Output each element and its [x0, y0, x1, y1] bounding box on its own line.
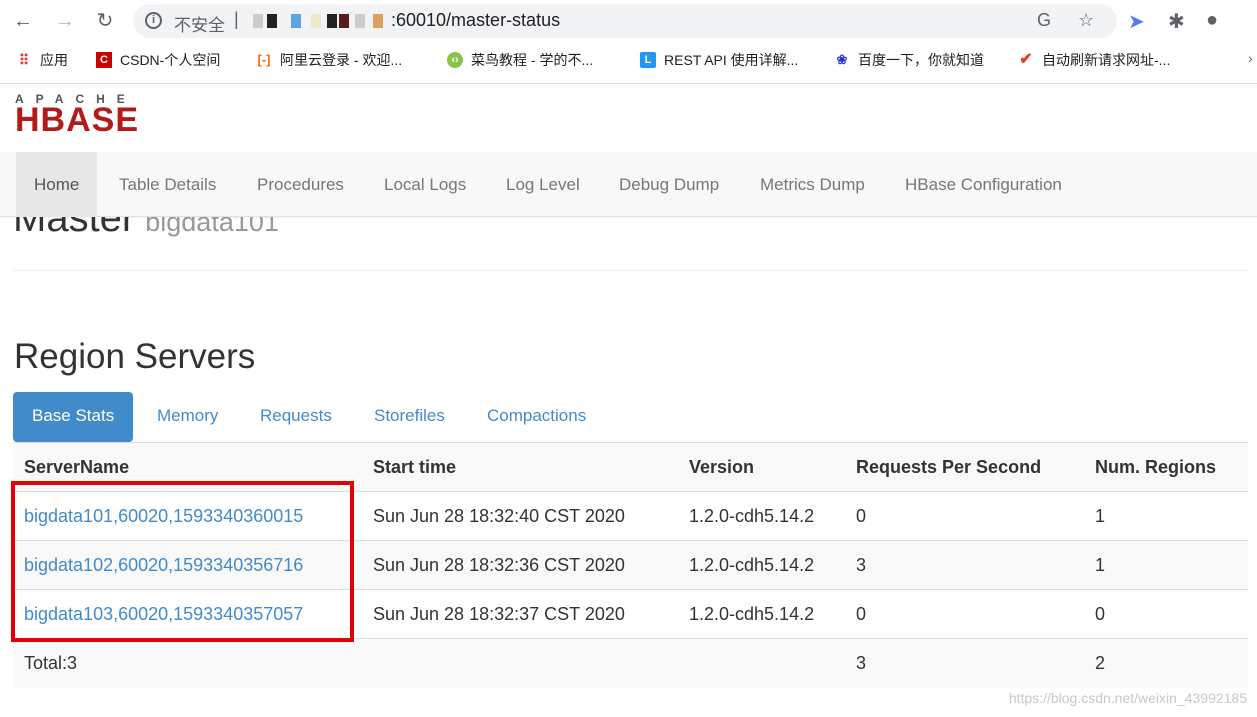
requests-per-second: 0	[845, 589, 1084, 639]
col-num-regions: Num. Regions	[1084, 442, 1248, 492]
bookmark-runoob[interactable]: ‹› 菜鸟教程 - 学的不...	[447, 50, 593, 70]
bookmark-apps[interactable]: ⠿ 应用	[16, 50, 68, 70]
nav-log-level[interactable]: Log Level	[506, 152, 580, 217]
bookmark-auto-refresh[interactable]: ✔ 自动刷新请求网址-...	[1018, 50, 1170, 70]
tab-compactions[interactable]: Compactions	[487, 392, 586, 442]
url-text[interactable]: :60010/master-status	[391, 10, 560, 31]
nav-procedures[interactable]: Procedures	[257, 152, 344, 217]
puzzle-icon[interactable]: ✱	[1168, 9, 1185, 34]
l-icon: L	[640, 52, 656, 68]
version: 1.2.0-cdh5.14.2	[678, 589, 845, 639]
tab-base-stats[interactable]: Base Stats	[13, 392, 134, 442]
extension-bird-icon[interactable]: ➤	[1128, 9, 1145, 34]
nav-home[interactable]: Home	[16, 152, 98, 217]
nav-hbase-configuration[interactable]: HBase Configuration	[905, 152, 1062, 217]
bookmark-aliyun[interactable]: [-] 阿里云登录 - 欢迎...	[256, 50, 403, 70]
num-regions: 0	[1084, 589, 1248, 639]
tab-memory[interactable]: Memory	[157, 392, 218, 442]
start-time: Sun Jun 28 18:32:36 CST 2020	[362, 540, 678, 590]
browser-chrome: ← → ↻ i 不安全 | :60010/master-status G ☆ ➤…	[0, 0, 1257, 84]
tab-requests[interactable]: Requests	[260, 392, 332, 442]
apps-grid-icon: ⠿	[18, 52, 30, 68]
top-navigation: Home Table Details Procedures Local Logs…	[0, 152, 1257, 217]
aliyun-icon: [-]	[257, 52, 271, 67]
divider	[13, 270, 1248, 271]
version: 1.2.0-cdh5.14.2	[678, 540, 845, 590]
insecure-label: 不安全	[174, 16, 225, 35]
nav-table-details[interactable]: Table Details	[119, 152, 216, 217]
more-bookmarks-icon[interactable]: ›	[1248, 50, 1253, 66]
hbase-logo: APACHE HBASE	[15, 93, 140, 139]
highlight-annotation-box	[11, 481, 354, 642]
requests-per-second: 3	[845, 540, 1084, 590]
num-regions: 1	[1084, 491, 1248, 541]
csdn-icon: C	[96, 52, 112, 68]
runoob-icon: ‹›	[447, 52, 463, 68]
separator: |	[234, 9, 239, 29]
back-icon[interactable]: ←	[10, 8, 36, 34]
forward-icon[interactable]: →	[52, 8, 78, 34]
region-servers-heading: Region Servers	[14, 337, 256, 376]
total-requests: 3	[845, 638, 1084, 688]
baidu-paw-icon: ❀	[836, 52, 848, 67]
version: 1.2.0-cdh5.14.2	[678, 491, 845, 541]
total-label: Total:3	[13, 638, 362, 688]
bookmark-baidu[interactable]: ❀ 百度一下，你就知道	[834, 50, 984, 70]
total-regions: 2	[1084, 638, 1248, 688]
num-regions: 1	[1084, 540, 1248, 590]
total-row: Total:3 3 2	[13, 638, 1248, 688]
col-requests-per-second: Requests Per Second	[845, 442, 1084, 492]
info-icon[interactable]: i	[145, 12, 162, 29]
watermark: https://blog.csdn.net/weixin_43992185	[1008, 690, 1247, 706]
star-icon[interactable]: ☆	[1078, 10, 1094, 31]
start-time: Sun Jun 28 18:32:37 CST 2020	[362, 589, 678, 639]
nav-local-logs[interactable]: Local Logs	[384, 152, 466, 217]
nav-debug-dump[interactable]: Debug Dump	[619, 152, 719, 217]
profile-icon[interactable]: ●	[1206, 9, 1218, 32]
check-icon: ✔	[1019, 51, 1033, 68]
bookmark-rest-api[interactable]: L REST API 使用详解...	[640, 50, 798, 70]
requests-per-second: 0	[845, 491, 1084, 541]
nav-metrics-dump[interactable]: Metrics Dump	[760, 152, 865, 217]
tab-storefiles[interactable]: Storefiles	[374, 392, 445, 442]
address-bar[interactable]: i 不安全 | :60010/master-status G ☆	[133, 4, 1117, 38]
bookmark-csdn[interactable]: C CSDN-个人空间	[96, 50, 220, 70]
translate-icon[interactable]: G	[1037, 10, 1051, 31]
start-time: Sun Jun 28 18:32:40 CST 2020	[362, 491, 678, 541]
col-start-time: Start time	[362, 442, 678, 492]
col-version: Version	[678, 442, 845, 492]
reload-icon[interactable]: ↻	[92, 8, 118, 34]
logo-hbase: HBASE	[15, 101, 140, 139]
